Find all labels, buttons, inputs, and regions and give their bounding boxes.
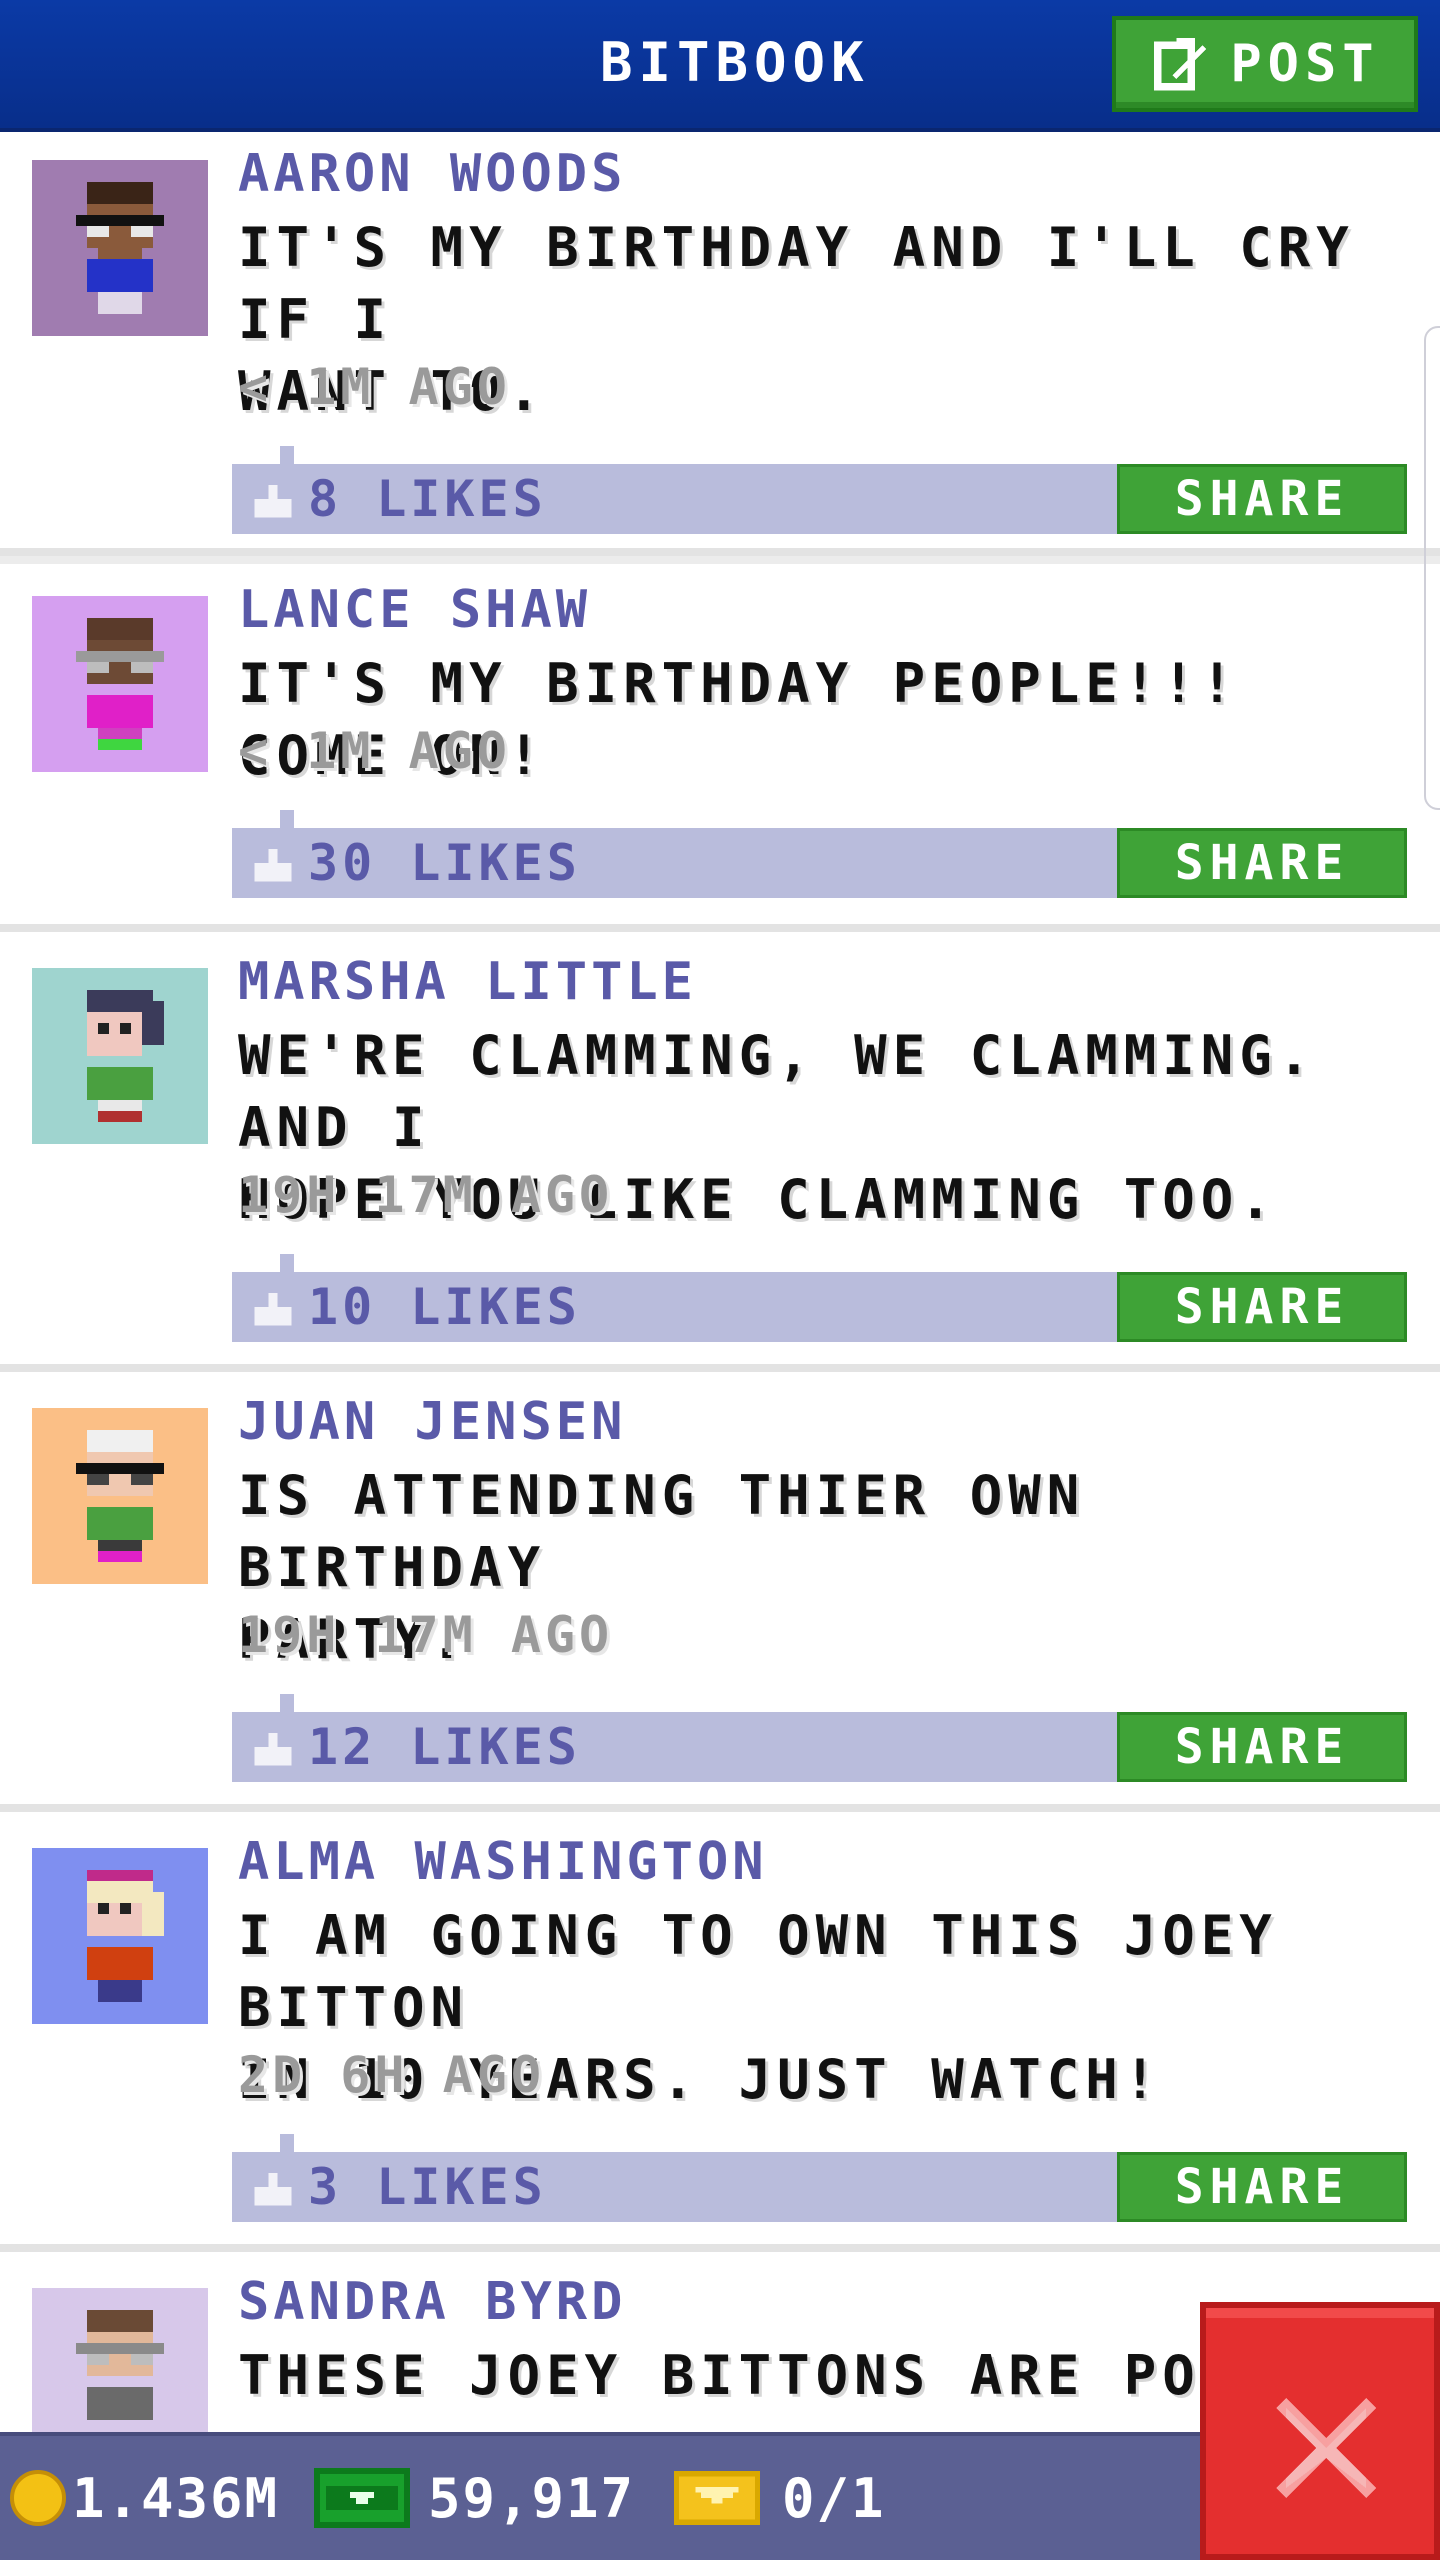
thumbs-up-icon[interactable]: [250, 1284, 296, 1330]
feed-post: LANCE SHAW IT'S MY BIRTHDAY PEOPLE!!! CO…: [0, 564, 1440, 932]
avatar-figure: [76, 618, 164, 750]
post-time: < 1M AGO: [238, 358, 511, 416]
coins-stat: 1.436M: [10, 2436, 279, 2560]
tickets-value: 0/1: [782, 2466, 886, 2530]
avatar: [32, 160, 208, 336]
like-bar-notch: [280, 810, 294, 828]
like-bar: 10 LIKES SHARE: [232, 1254, 1407, 1342]
close-button[interactable]: [1200, 2302, 1440, 2560]
post-time: 19H 17M AGO: [238, 1166, 614, 1224]
share-button[interactable]: SHARE: [1117, 1272, 1407, 1342]
compose-icon: [1154, 37, 1207, 91]
feed-post: MARSHA LITTLE WE'RE CLAMMING, WE CLAMMIN…: [0, 932, 1440, 1372]
like-bar: 30 LIKES SHARE: [232, 810, 1407, 898]
feed-post: ALMA WASHINGTON I AM GOING TO OWN THIS J…: [0, 1812, 1440, 2252]
thumbs-up-icon[interactable]: [250, 1724, 296, 1770]
avatar: [32, 1408, 208, 1584]
avatar: [32, 968, 208, 1144]
thumbs-up-icon[interactable]: [250, 2164, 296, 2210]
like-bar: 12 LIKES SHARE: [232, 1694, 1407, 1782]
post-time: < 1M AGO: [238, 722, 511, 780]
cash-stat: 59,917: [314, 2436, 635, 2560]
avatar-figure: [87, 990, 164, 1122]
like-bar: 3 LIKES SHARE: [232, 2134, 1407, 2222]
like-count: 30 LIKES: [308, 834, 581, 892]
scroll-indicator[interactable]: [1424, 326, 1440, 810]
like-count: 8 LIKES: [308, 470, 547, 528]
feed-post: AARON WOODS IT'S MY BIRTHDAY AND I'LL CR…: [0, 132, 1440, 556]
post-author[interactable]: JUAN JENSEN: [238, 1392, 626, 1452]
like-bar-notch: [280, 446, 294, 464]
thumbs-up-icon[interactable]: [250, 476, 296, 522]
like-count: 3 LIKES: [308, 2158, 547, 2216]
post-time: 2D 6H AGO: [238, 2046, 545, 2104]
coins-value: 1.436M: [72, 2466, 280, 2530]
post-button-label: POST: [1230, 34, 1380, 94]
tickets-stat: 0/1: [672, 2436, 886, 2560]
post-author[interactable]: ALMA WASHINGTON: [238, 1832, 768, 1892]
like-bar-notch: [280, 1694, 294, 1712]
avatar-figure: [87, 1870, 164, 2002]
share-button[interactable]: SHARE: [1117, 2152, 1407, 2222]
cash-icon: [314, 2468, 410, 2528]
post-author[interactable]: AARON WOODS: [238, 144, 626, 204]
like-bar-notch: [280, 1254, 294, 1272]
share-button[interactable]: SHARE: [1117, 828, 1407, 898]
post-author[interactable]: LANCE SHAW: [238, 580, 591, 640]
like-bar-notch: [280, 2134, 294, 2152]
post-button[interactable]: POST: [1112, 16, 1418, 112]
avatar: [32, 1848, 208, 2024]
app-title: BITBOOK: [600, 31, 870, 94]
avatar: [32, 596, 208, 772]
like-count: 10 LIKES: [308, 1278, 581, 1336]
post-author[interactable]: MARSHA LITTLE: [238, 952, 697, 1012]
avatar-figure: [76, 182, 164, 314]
thumbs-up-icon[interactable]: [250, 840, 296, 886]
ticket-icon: [673, 2471, 761, 2525]
close-icon: [1276, 2398, 1376, 2498]
feed-post: JUAN JENSEN IS ATTENDING THIER OWN BIRTH…: [0, 1372, 1440, 1812]
cash-value: 59,917: [428, 2466, 636, 2530]
coin-icon: [10, 2470, 66, 2526]
app-header: BITBOOK POST: [0, 0, 1440, 132]
avatar-figure: [76, 1430, 164, 1562]
post-author[interactable]: SANDRA BYRD: [238, 2272, 626, 2332]
share-button[interactable]: SHARE: [1117, 464, 1407, 534]
post-time: 19H 17M AGO: [238, 1606, 614, 1664]
like-bar: 8 LIKES SHARE: [232, 446, 1407, 534]
share-button[interactable]: SHARE: [1117, 1712, 1407, 1782]
like-count: 12 LIKES: [308, 1718, 581, 1776]
